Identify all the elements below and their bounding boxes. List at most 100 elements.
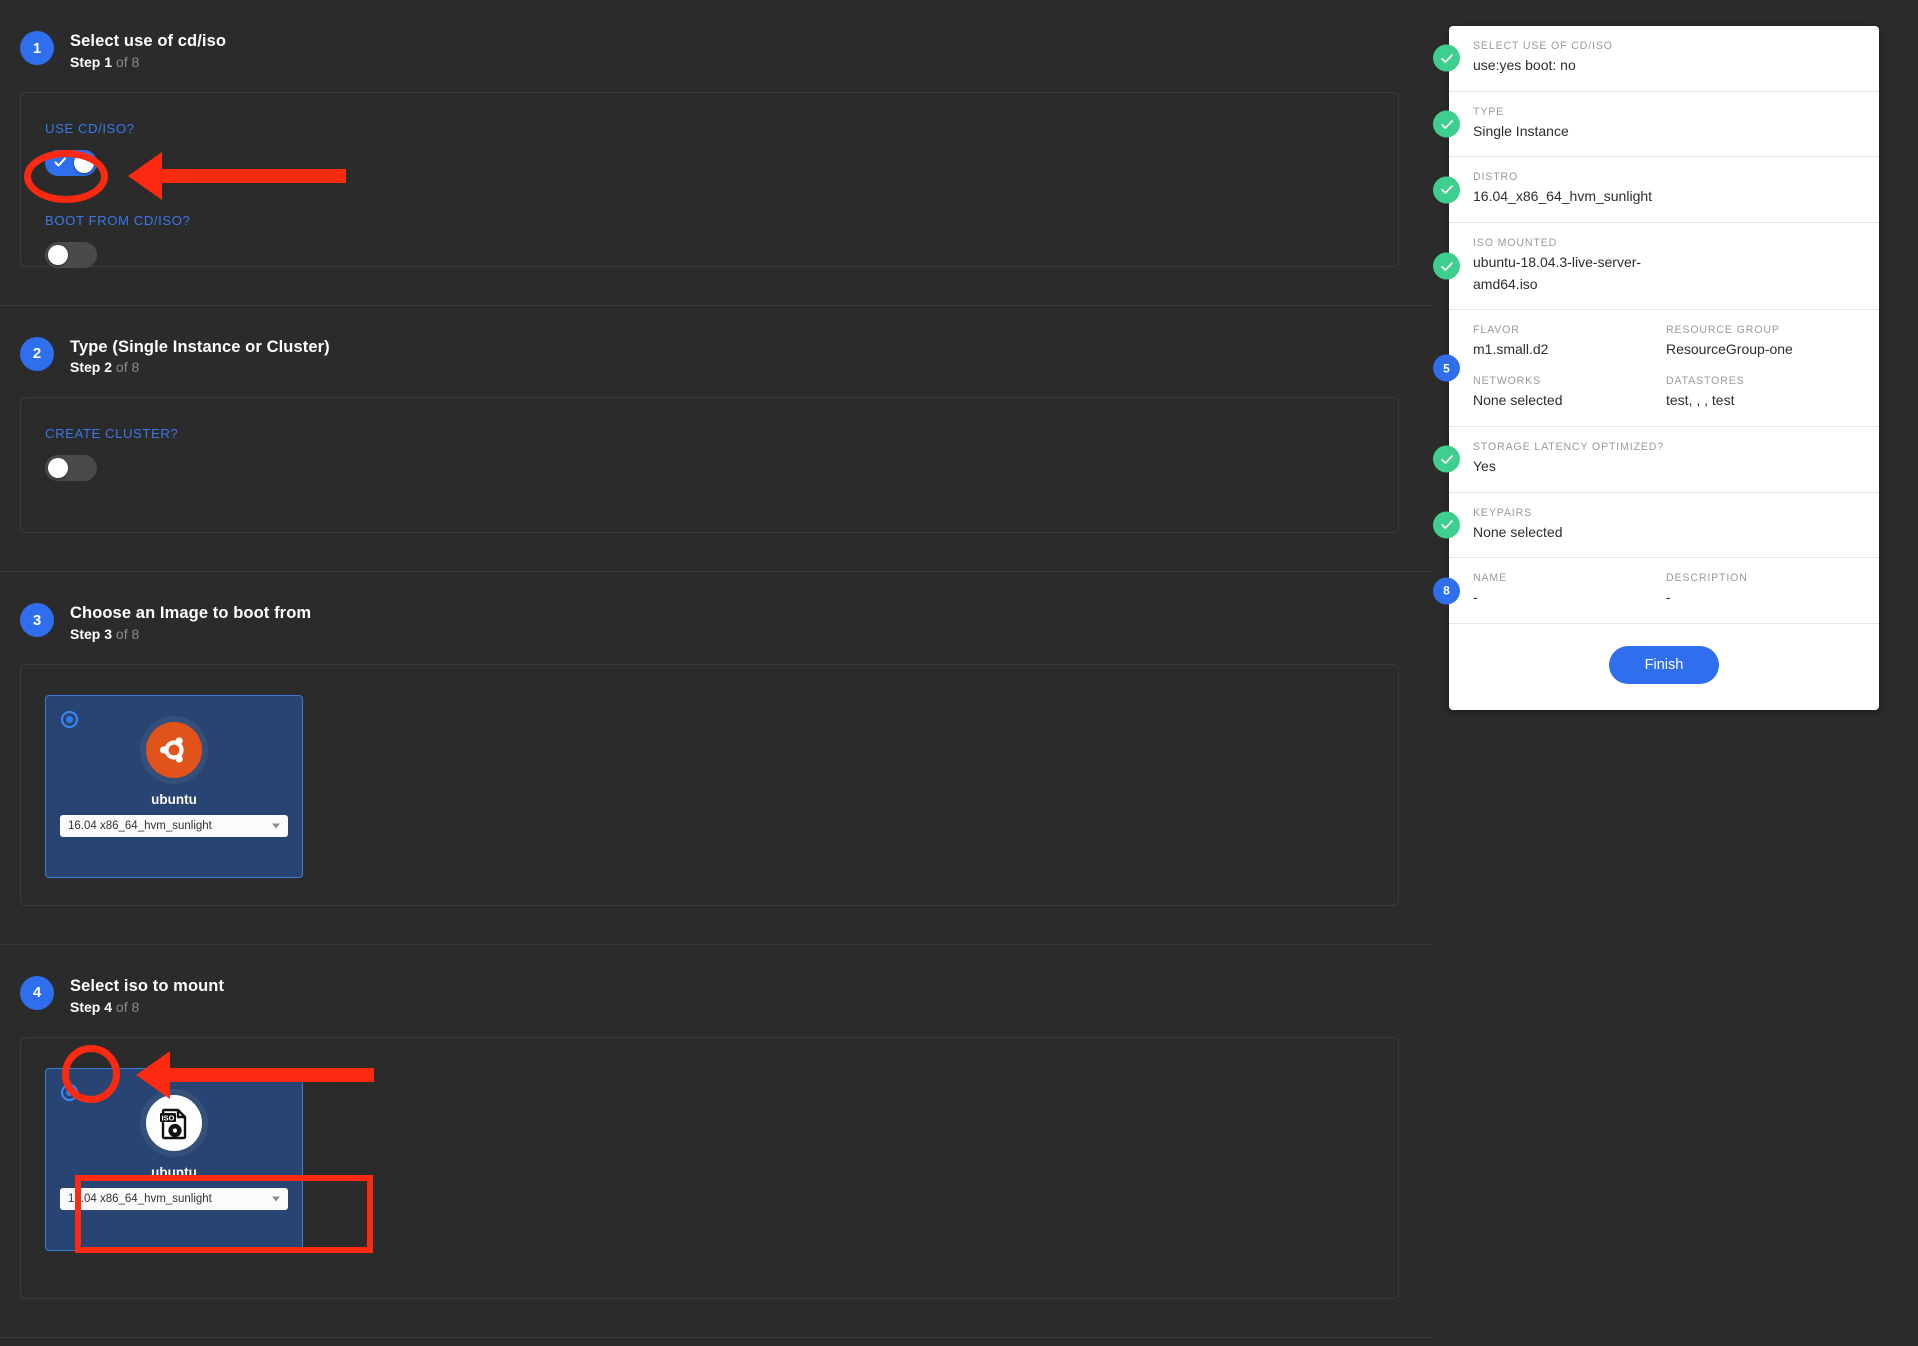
step-header-2: 2 Type (Single Instance or Cluster) Step…: [0, 306, 1432, 398]
image-version-value: 16.04 x86_64_hvm_sunlight: [68, 819, 212, 832]
summary-value: Yes: [1473, 457, 1496, 474]
step-number-badge-2: 2: [20, 336, 54, 371]
summary-value: Single Instance: [1473, 122, 1569, 139]
iso-card-ubuntu[interactable]: ISO ubuntu 18.04 x86_64_hvm_sunlight: [45, 1067, 303, 1251]
chevron-down-icon: [272, 823, 280, 829]
step-subtitle-2: Step 2 of 8: [70, 359, 330, 375]
status-check-icon: [1433, 110, 1460, 138]
step-title-2: Type (Single Instance or Cluster): [70, 337, 330, 356]
toggle-knob: [48, 458, 68, 479]
iso-version-select[interactable]: 18.04 x86_64_hvm_sunlight: [60, 1187, 288, 1210]
status-check-icon: [1433, 176, 1460, 204]
step-number-badge-1: 1: [20, 31, 54, 65]
wizard-page: 1 Select use of cd/iso Step 1 of 8 USE C…: [0, 0, 1918, 1346]
step-subtitle-3: Step 3 of 8: [70, 626, 311, 642]
summary-label: RESOURCE GROUP: [1666, 324, 1780, 337]
summary-row-3: DISTRO 16.04_x86_64_hvm_sunlight: [1433, 157, 1879, 224]
summary-value: m1.small.d2: [1473, 341, 1549, 358]
summary-label: SELECT USE OF CD/ISO: [1473, 40, 1613, 52]
summary-label: DESCRIPTION: [1666, 572, 1748, 585]
step-title-1: Select use of cd/iso: [70, 32, 227, 50]
step-header-4: 4 Select iso to mount Step 4 of 8: [0, 945, 1432, 1037]
image-card-icon-wrap: [60, 721, 288, 778]
summary-panel: SELECT USE OF CD/ISO use:yes boot: no TY…: [1433, 26, 1879, 710]
summary-label: DATASTORES: [1666, 375, 1745, 388]
summary-value: None selected: [1473, 392, 1563, 409]
summary-value: test, , , test: [1666, 392, 1735, 409]
step-count-3: Step 3: [70, 625, 113, 642]
summary-row-7: KEYPAIRS None selected: [1433, 493, 1879, 559]
step-title-4: Select iso to mount: [70, 976, 225, 995]
step-total-4: of 8: [115, 998, 140, 1015]
summary-label: STORAGE LATENCY OPTIMIZED?: [1473, 440, 1665, 453]
summary-row-6: STORAGE LATENCY OPTIMIZED? Yes: [1433, 427, 1879, 493]
section-divider: [0, 1336, 1432, 1338]
field-create-cluster: CREATE CLUSTER?: [45, 426, 1374, 486]
status-step-number: 8: [1433, 577, 1460, 605]
ubuntu-logo-icon: [146, 721, 202, 778]
step-total-1: of 8: [115, 53, 140, 70]
toggle-knob: [74, 152, 94, 173]
summary-value: -: [1666, 589, 1671, 606]
summary-row-2: TYPE Single Instance: [1433, 92, 1879, 158]
toggle-knob: [48, 244, 68, 265]
wizard-column: 1 Select use of cd/iso Step 1 of 8 USE C…: [0, 0, 1432, 1338]
label-use-cd-iso: USE CD/ISO?: [45, 120, 135, 136]
radio-iso-ubuntu[interactable]: [61, 1083, 78, 1101]
toggle-create-cluster[interactable]: [45, 455, 97, 482]
svg-text:ISO: ISO: [162, 1113, 175, 1122]
step-panel-1: USE CD/ISO? BOOT FROM CD/ISO?: [20, 91, 1399, 268]
summary-label: TYPE: [1473, 105, 1505, 118]
status-check-icon: [1433, 252, 1460, 280]
iso-file-icon: ISO: [146, 1094, 202, 1151]
step-count-1: Step 1: [70, 53, 113, 70]
summary-value: None selected: [1473, 523, 1563, 540]
step-count-4: Step 4: [70, 998, 113, 1015]
summary-row-4: ISO MOUNTED ubuntu-18.04.3-live-server- …: [1433, 223, 1879, 311]
summary-row-5: 5 FLAVOR m1.small.d2 RESOURCE GROUP Reso…: [1433, 310, 1879, 427]
image-card-ubuntu[interactable]: ubuntu 16.04 x86_64_hvm_sunlight: [45, 694, 303, 878]
status-step-number: 5: [1433, 354, 1460, 382]
summary-value: ResourceGroup-one: [1666, 341, 1793, 358]
summary-row-8: 8 NAME - DESCRIPTION -: [1433, 558, 1879, 624]
finish-button[interactable]: Finish: [1608, 645, 1720, 684]
summary-value: ubuntu-18.04.3-live-server- amd64.iso: [1473, 254, 1642, 292]
status-check-icon: [1433, 445, 1460, 473]
iso-card-icon-wrap: ISO: [60, 1094, 288, 1151]
status-check-icon: [1433, 44, 1460, 72]
image-card-name: ubuntu: [151, 791, 197, 807]
step-panel-2: CREATE CLUSTER?: [20, 397, 1399, 534]
step-header-3: 3 Choose an Image to boot from Step 3 of…: [0, 572, 1432, 664]
check-icon: [54, 156, 67, 169]
summary-label: KEYPAIRS: [1473, 506, 1533, 519]
summary-label: DISTRO: [1473, 171, 1519, 184]
summary-value: -: [1473, 589, 1478, 606]
summary-value: use:yes boot: no: [1473, 57, 1576, 73]
image-version-select[interactable]: 16.04 x86_64_hvm_sunlight: [60, 814, 288, 837]
step-subtitle-4: Step 4 of 8: [70, 999, 224, 1015]
step-panel-4: ISO ubuntu 18.04 x86_64_hvm_sunlight: [20, 1036, 1399, 1299]
step-header-1: 1 Select use of cd/iso Step 1 of 8: [0, 0, 1432, 92]
summary-label: NAME: [1473, 572, 1508, 585]
summary-row-1: SELECT USE OF CD/ISO use:yes boot: no: [1433, 26, 1879, 92]
step-subtitle-1: Step 1 of 8: [70, 54, 226, 70]
toggle-use-cd-iso[interactable]: [45, 149, 97, 176]
step-total-3: of 8: [115, 625, 140, 642]
step-title-3: Choose an Image to boot from: [70, 604, 312, 623]
radio-image-ubuntu[interactable]: [61, 710, 78, 728]
step-number-badge-4: 4: [20, 975, 54, 1010]
step-number-badge-3: 3: [20, 603, 54, 638]
status-check-icon: [1433, 511, 1460, 539]
iso-card-name: ubuntu: [151, 1164, 197, 1180]
label-create-cluster: CREATE CLUSTER?: [45, 426, 179, 442]
summary-value: 16.04_x86_64_hvm_sunlight: [1473, 188, 1653, 205]
summary-label: NETWORKS: [1473, 375, 1542, 388]
step-panel-3: ubuntu 16.04 x86_64_hvm_sunlight: [20, 663, 1399, 906]
label-boot-from-cd-iso: BOOT FROM CD/ISO?: [45, 212, 191, 228]
summary-label: ISO MOUNTED: [1473, 237, 1558, 250]
chevron-down-icon: [272, 1196, 280, 1201]
finish-button-row: Finish: [1449, 624, 1879, 702]
field-boot-from-cd-iso: BOOT FROM CD/ISO?: [45, 213, 1374, 273]
iso-version-value: 18.04 x86_64_hvm_sunlight: [68, 1192, 212, 1205]
toggle-boot-from-cd-iso[interactable]: [45, 241, 97, 268]
